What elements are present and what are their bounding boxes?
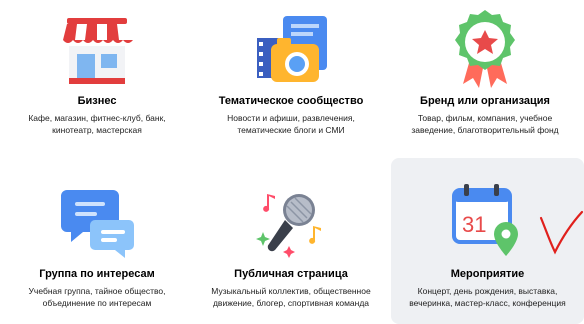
card-description-line-2: вечеринка, мастер-класс, конференция bbox=[409, 298, 566, 308]
community-type-grid: Бизнес Кафе, магазин, фитнес-клуб, банк,… bbox=[0, 0, 584, 324]
card-title: Бренд или организация bbox=[420, 95, 550, 107]
card-description-line-2: тематические блоги и СМИ bbox=[237, 125, 345, 135]
card-description-line-1: Товар, фильм, компания, учебное bbox=[417, 113, 553, 123]
photo-newspaper-icon bbox=[257, 16, 327, 82]
card-description-line-1: Кафе, магазин, фитнес-клуб, банк, bbox=[28, 113, 166, 123]
card-description-line-2: заведение, благотворительный фонд bbox=[411, 125, 559, 135]
card-public-page[interactable]: Публичная страница Музыкальный коллектив… bbox=[194, 162, 388, 324]
card-description-line-1: Концерт, день рождения, выставка, bbox=[417, 286, 558, 296]
card-description-line-2: объединение по интересам bbox=[42, 298, 152, 308]
card-description-line-2: кинотеатр, мастерская bbox=[52, 125, 142, 135]
calendar-day-number: 31 bbox=[462, 212, 486, 237]
card-description-line-1: Учебная группа, тайное общество, bbox=[28, 286, 166, 296]
card-title: Публичная страница bbox=[234, 268, 348, 280]
card-title: Тематическое сообщество bbox=[218, 95, 364, 107]
card-title: Бизнес bbox=[77, 95, 117, 107]
calendar-pin-icon: 31 bbox=[451, 184, 518, 256]
card-title: Мероприятие bbox=[450, 268, 525, 280]
card-description-line-2: движение, блогер, спортивная команда bbox=[212, 298, 370, 308]
card-business[interactable]: Бизнес Кафе, магазин, фитнес-клуб, банк,… bbox=[0, 0, 194, 162]
card-description-line-1: Музыкальный коллектив, общественное bbox=[211, 286, 371, 296]
microphone-icon bbox=[256, 194, 321, 258]
card-title: Группа по интересам bbox=[39, 268, 155, 280]
chat-bubbles-icon bbox=[61, 190, 134, 258]
card-description-line-1: Новости и афиши, развлечения, bbox=[227, 113, 355, 123]
handwritten-checkmark-icon bbox=[539, 210, 584, 255]
award-badge-icon bbox=[455, 10, 515, 88]
card-thematic-community[interactable]: Тематическое сообщество Новости и афиши,… bbox=[194, 0, 388, 162]
storefront-icon bbox=[63, 18, 133, 84]
card-interest-group[interactable]: Группа по интересам Учебная группа, тайн… bbox=[0, 162, 194, 324]
card-brand-organization[interactable]: Бренд или организация Товар, фильм, комп… bbox=[388, 0, 582, 162]
